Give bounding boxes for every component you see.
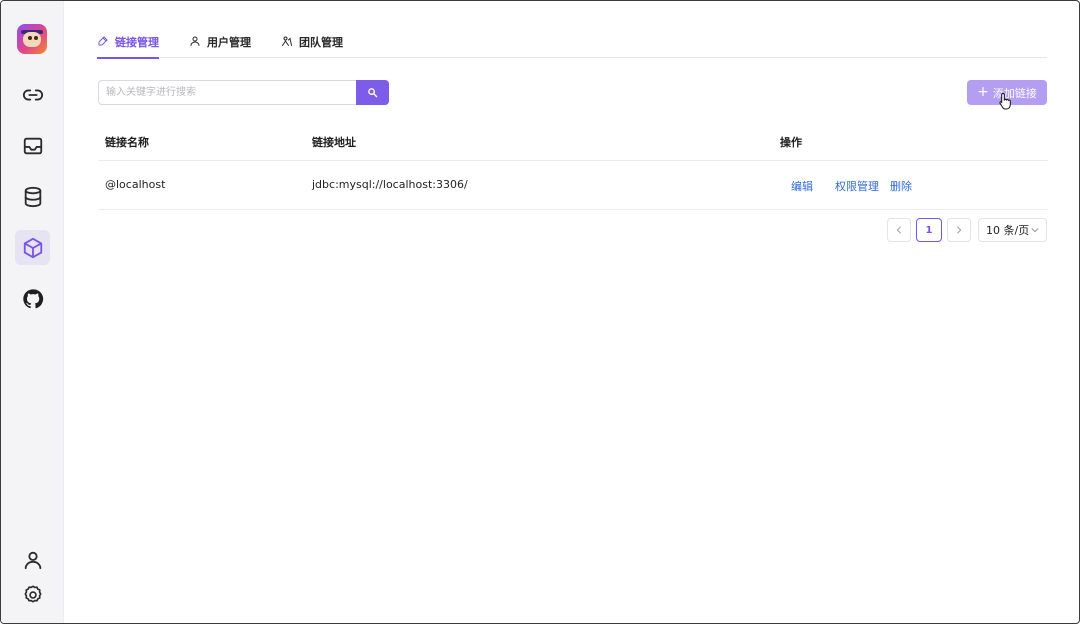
sidebar-settings-button[interactable] xyxy=(15,577,50,612)
plus-icon: + xyxy=(977,84,989,100)
table-row: @localhost jdbc:mysql://localhost:3306/ … xyxy=(98,161,1048,210)
cube-icon xyxy=(23,237,42,258)
database-icon xyxy=(24,186,41,207)
search-bar xyxy=(98,80,390,105)
sidebar-nav-github[interactable] xyxy=(15,281,50,316)
main-content: 链接管理 用户管理 团队管理 输入关键字进行搜索 + 添加链接 链接名称 链接地… xyxy=(64,1,1079,623)
chevron-down-icon xyxy=(1031,228,1039,233)
logo-face xyxy=(23,32,41,47)
link-url-cell: jdbc:mysql://localhost:3306/ xyxy=(312,178,468,191)
sidebar xyxy=(1,1,64,623)
tab-team-management[interactable]: 团队管理 xyxy=(281,34,343,58)
sidebar-nav-cube[interactable] xyxy=(15,230,50,265)
link-edit-icon xyxy=(98,36,108,46)
link-name-cell: @localhost xyxy=(105,178,166,191)
hand-cursor-icon xyxy=(999,92,1011,110)
tab-link-management[interactable]: 链接管理 xyxy=(97,34,159,59)
user-icon xyxy=(24,551,41,569)
sidebar-nav-links[interactable] xyxy=(15,77,50,112)
pagination-next-button[interactable] xyxy=(947,218,971,242)
sidebar-user-button[interactable] xyxy=(15,542,50,577)
sidebar-nav-inbox[interactable] xyxy=(15,128,50,163)
permission-management-link[interactable]: 权限管理 xyxy=(835,178,879,194)
inbox-icon xyxy=(23,137,42,154)
tab-label: 团队管理 xyxy=(299,36,343,49)
page-size-value: 10 条/页 xyxy=(986,224,1030,237)
column-header: 链接名称 xyxy=(105,136,149,149)
links-table: 链接名称 链接地址 操作 @localhost jdbc:mysql://loc… xyxy=(98,122,1048,210)
team-icon xyxy=(282,36,292,46)
table-header: 链接名称 链接地址 操作 xyxy=(98,122,1048,161)
tab-user-management[interactable]: 用户管理 xyxy=(189,34,251,58)
user-icon xyxy=(190,36,200,46)
sidebar-nav-database[interactable] xyxy=(15,179,50,214)
pagination-page-1[interactable]: 1 xyxy=(916,218,942,242)
chevron-right-icon xyxy=(957,226,962,234)
page-number: 1 xyxy=(925,224,933,236)
search-button[interactable] xyxy=(356,80,389,105)
app-window: 链接管理 用户管理 团队管理 输入关键字进行搜索 + 添加链接 链接名称 链接地… xyxy=(0,0,1080,624)
tab-label: 用户管理 xyxy=(207,36,251,49)
pagination-prev-button[interactable] xyxy=(887,218,911,242)
page-size-select[interactable]: 10 条/页 xyxy=(978,218,1047,242)
tab-bar: 链接管理 用户管理 团队管理 xyxy=(97,24,1047,59)
app-logo[interactable] xyxy=(17,24,47,54)
edit-link[interactable]: 编辑 xyxy=(791,178,813,194)
chevron-left-icon xyxy=(896,226,901,234)
column-header: 操作 xyxy=(780,136,802,149)
search-icon xyxy=(368,88,378,98)
tab-label: 链接管理 xyxy=(115,36,159,49)
delete-link[interactable]: 删除 xyxy=(890,178,912,194)
logo-eye-left xyxy=(28,36,32,40)
search-input[interactable] xyxy=(98,80,356,105)
settings-icon xyxy=(23,584,42,603)
column-header: 链接地址 xyxy=(312,136,356,149)
link-icon xyxy=(22,89,43,100)
github-icon xyxy=(22,288,43,308)
logo-eye-right xyxy=(34,36,38,40)
